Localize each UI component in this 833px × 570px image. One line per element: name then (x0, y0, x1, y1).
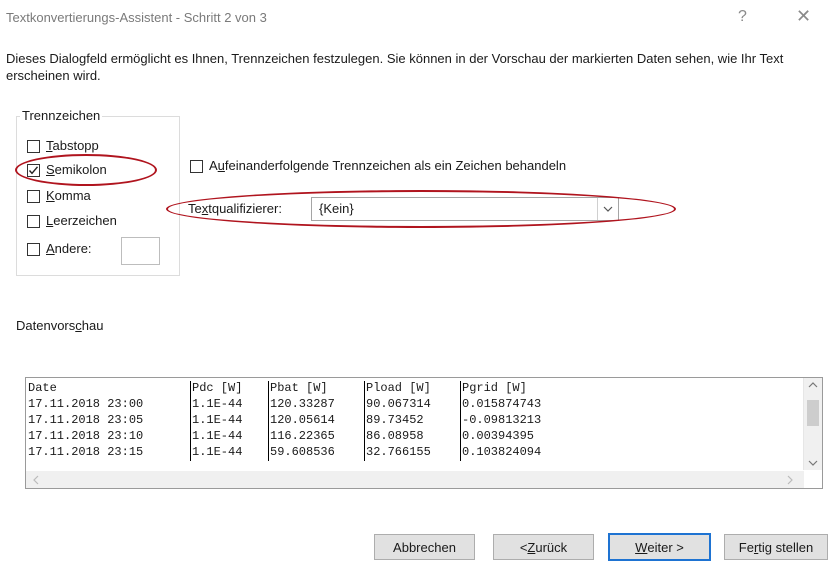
table-row: 17.11.2018 23:10 1.1E-44 116.22365 86.08… (28, 429, 574, 445)
finish-button[interactable]: Fe r tig stellen (724, 534, 828, 560)
table-cell: 17.11.2018 23:10 (28, 429, 144, 443)
table-cell: 120.33287 (268, 397, 365, 413)
comma-checkbox-label[interactable]: Komma (46, 188, 91, 203)
table-cell: 1.1E-44 (190, 397, 269, 413)
table-cell: 0.103824094 (460, 445, 574, 461)
table-cell: 89.73452 (364, 413, 461, 429)
table-cell: -0.09813213 (460, 413, 574, 429)
table-cell: 0.015874743 (460, 397, 574, 413)
tab-checkbox[interactable] (27, 140, 40, 153)
preview-label: Datenvorschau (16, 318, 104, 333)
comma-checkbox[interactable] (27, 190, 40, 203)
table-row: 17.11.2018 23:15 1.1E-44 59.608536 32.76… (28, 445, 574, 461)
consecutive-delimiters-label[interactable]: Aufeinanderfolgende Trennzeichen als ein… (209, 158, 566, 173)
preview-table: Date Pdc [W] Pbat [W] Pload [W] Pgrid [W… (28, 381, 574, 461)
table-cell: 90.067314 (364, 397, 461, 413)
table-cell: 120.05614 (268, 413, 365, 429)
help-icon[interactable]: ? (738, 8, 747, 26)
scroll-up-icon[interactable] (808, 380, 818, 392)
table-cell: Pdc [W] (190, 381, 269, 397)
horizontal-scrollbar[interactable] (26, 471, 804, 488)
next-button[interactable]: Weiter > (608, 533, 711, 561)
vertical-scroll-thumb[interactable] (807, 400, 819, 426)
scroll-down-icon[interactable] (808, 458, 818, 470)
table-cell: Pload [W] (364, 381, 461, 397)
table-cell: Pbat [W] (268, 381, 365, 397)
tab-checkbox-label[interactable]: Tabstopp (46, 138, 99, 153)
table-cell: 59.608536 (268, 445, 365, 461)
other-checkbox-label[interactable]: Andere: (46, 241, 92, 256)
scroll-right-icon[interactable] (786, 475, 794, 488)
table-cell: 17.11.2018 23:00 (28, 397, 144, 411)
other-checkbox[interactable] (27, 243, 40, 256)
table-row: 17.11.2018 23:05 1.1E-44 120.05614 89.73… (28, 413, 574, 429)
table-cell: Date (28, 381, 57, 395)
back-button[interactable]: < Zurück (493, 534, 594, 560)
space-checkbox-label[interactable]: Leerzeichen (46, 213, 117, 228)
space-checkbox[interactable] (27, 215, 40, 228)
table-cell: 1.1E-44 (190, 445, 269, 461)
close-icon[interactable]: ✕ (796, 6, 811, 27)
semicolon-highlight-ellipse (15, 154, 157, 186)
table-row: 17.11.2018 23:00 1.1E-44 120.33287 90.06… (28, 397, 574, 413)
scroll-left-icon[interactable] (32, 475, 40, 488)
table-cell: 32.766155 (364, 445, 461, 461)
vertical-scrollbar[interactable] (803, 378, 822, 470)
table-cell: 86.08958 (364, 429, 461, 445)
table-row: Date Pdc [W] Pbat [W] Pload [W] Pgrid [W… (28, 381, 574, 397)
table-cell: 116.22365 (268, 429, 365, 445)
table-cell: 17.11.2018 23:05 (28, 413, 144, 427)
cancel-button[interactable]: Abbrechen (374, 534, 475, 560)
table-cell: 1.1E-44 (190, 413, 269, 429)
table-cell: 17.11.2018 23:15 (28, 445, 144, 459)
table-cell: 0.00394395 (460, 429, 574, 445)
other-delimiter-input[interactable] (121, 237, 160, 265)
window-title: Textkonvertierungs-Assistent - Schritt 2… (6, 10, 267, 25)
table-cell: 1.1E-44 (190, 429, 269, 445)
consecutive-delimiters-checkbox[interactable] (190, 160, 203, 173)
delimiters-group-label: Trennzeichen (20, 108, 103, 123)
dialog-description: Dieses Dialogfeld ermöglicht es Ihnen, T… (6, 51, 784, 83)
text-qualifier-highlight-ellipse (166, 190, 676, 228)
data-preview: Date Pdc [W] Pbat [W] Pload [W] Pgrid [W… (25, 377, 823, 489)
title-bar: Textkonvertierungs-Assistent - Schritt 2… (0, 0, 833, 36)
table-cell: Pgrid [W] (460, 381, 574, 397)
